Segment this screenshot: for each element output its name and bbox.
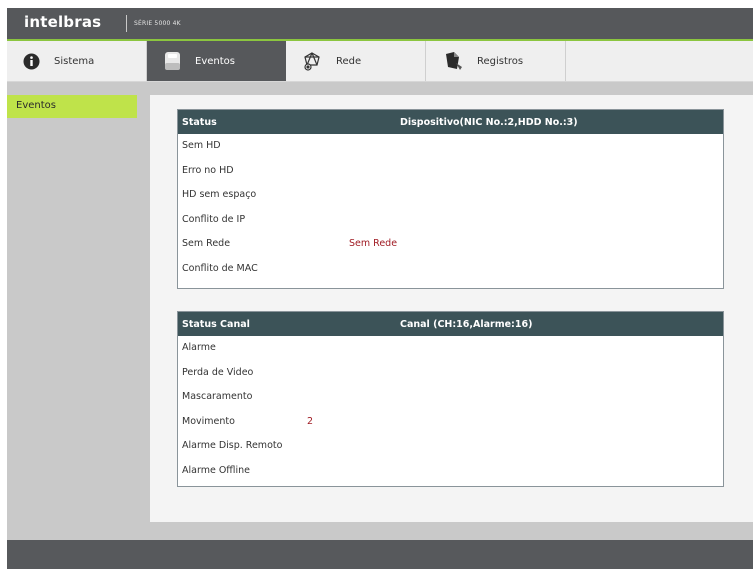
row-label: Conflito de IP — [182, 213, 246, 225]
row-label: Sem Rede — [182, 238, 231, 249]
tab-registros[interactable]: Registros — [426, 41, 565, 81]
status-bar — [7, 540, 753, 569]
row-label: Alarme Offline — [182, 464, 250, 476]
status-value: Sem Rede — [349, 238, 398, 249]
tab-eventos[interactable]: Eventos — [147, 41, 286, 81]
tab-label: Registros — [477, 55, 524, 67]
column-header-channel: Canal (CH:16,Alarme:16) — [400, 319, 533, 330]
table-row: Conflito de MAC — [178, 257, 723, 282]
table-row: Erro no HD — [178, 159, 723, 184]
tab-rede[interactable]: Rede — [286, 41, 425, 81]
table-row: Alarme Offline — [178, 459, 723, 484]
row-label: Alarme — [182, 342, 216, 353]
table-row: Alarme — [178, 336, 723, 361]
row-label: Alarme Disp. Remoto — [182, 440, 283, 451]
column-header-device: Dispositivo(NIC No.:2,HDD No.:3) — [400, 117, 578, 128]
row-label: Movimento — [182, 415, 235, 427]
network-icon — [302, 51, 322, 71]
series-label: SÉRIE 5000 4K — [134, 20, 181, 27]
content-panel: Status Dispositivo(NIC No.:2,HDD No.:3) … — [150, 95, 753, 522]
column-header-status: Status — [182, 117, 217, 128]
table-row: HD sem espaço — [178, 183, 723, 208]
table-row: Sem HD — [178, 134, 723, 159]
tab-label: Sistema — [54, 55, 95, 67]
column-header-channel-status: Status Canal — [182, 319, 250, 330]
document-icon — [443, 51, 463, 71]
main-tab-bar: Sistema Eventos Rede Registros — [7, 41, 753, 82]
row-label: Sem HD — [182, 140, 221, 151]
table-header: Status Canal Canal (CH:16,Alarme:16) — [178, 312, 723, 336]
table-header: Status Dispositivo(NIC No.:2,HDD No.:3) — [178, 110, 723, 134]
tab-label: Eventos — [195, 55, 235, 67]
info-icon — [23, 53, 40, 70]
table-row: Sem Rede Sem Rede — [178, 232, 723, 257]
brand-logo: intelbras — [24, 13, 102, 31]
row-label: Erro no HD — [182, 164, 234, 176]
channel-status-table: Status Canal Canal (CH:16,Alarme:16) Ala… — [177, 311, 724, 487]
row-label: HD sem espaço — [182, 189, 257, 200]
row-label: Perda de Video — [182, 366, 254, 378]
tab-divider — [565, 41, 566, 81]
table-row: Mascaramento — [178, 385, 723, 410]
sidebar-item-eventos[interactable]: Eventos — [7, 95, 137, 118]
main-area: Eventos Status Dispositivo(NIC No.:2,HDD… — [7, 82, 753, 540]
row-label: Conflito de MAC — [182, 262, 258, 274]
table-row: Conflito de IP — [178, 208, 723, 233]
tab-sistema[interactable]: Sistema — [7, 41, 146, 81]
table-row: Perda de Video — [178, 361, 723, 386]
row-label: Mascaramento — [182, 391, 253, 402]
hard-drive-icon — [164, 51, 181, 71]
title-bar: intelbras SÉRIE 5000 4K — [7, 8, 753, 41]
table-row: Alarme Disp. Remoto — [178, 434, 723, 459]
logo-divider — [126, 15, 127, 32]
table-row: Movimento 2 — [178, 410, 723, 435]
tab-label: Rede — [336, 55, 362, 67]
device-status-table: Status Dispositivo(NIC No.:2,HDD No.:3) … — [177, 109, 724, 289]
channel-value: 2 — [307, 415, 314, 427]
